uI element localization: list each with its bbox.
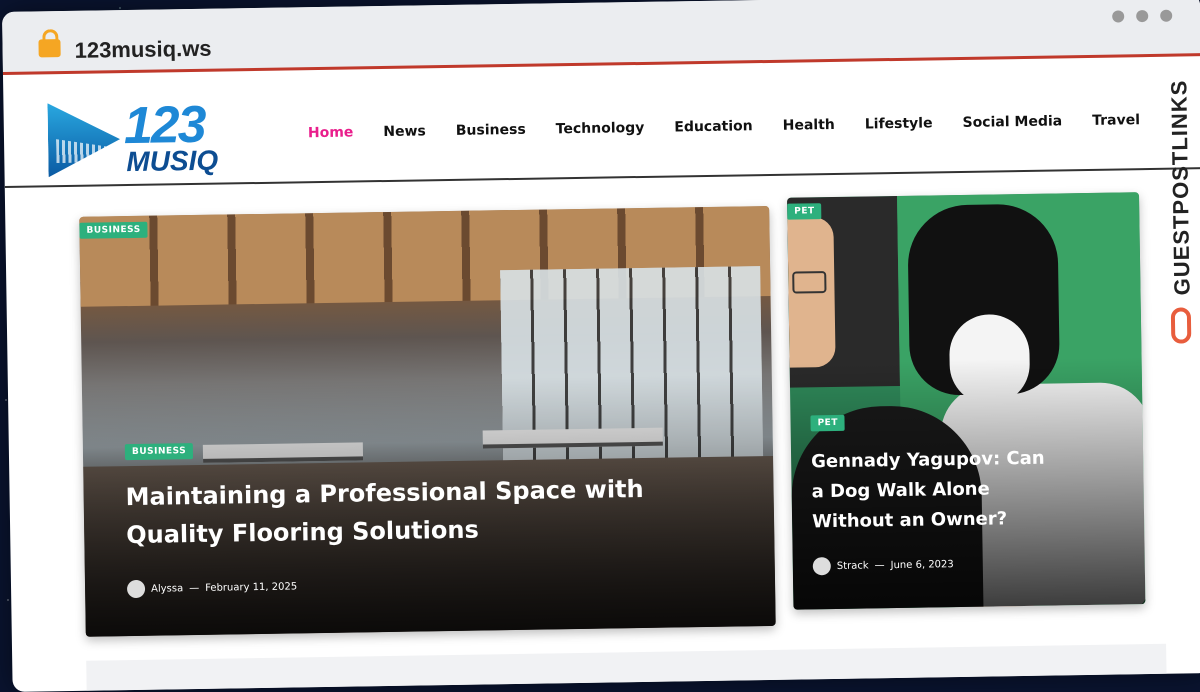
window-dot-icon[interactable] [1160,9,1173,22]
post-author[interactable]: Alyssa [151,583,183,595]
meta-separator: — [874,559,885,571]
post-title[interactable]: Gennady Yagupov: Can a Dog Walk Alone Wi… [811,443,1062,537]
category-badge[interactable]: PET [810,414,846,432]
nav-item-travel[interactable]: Travel [1092,112,1140,129]
category-badge[interactable]: BUSINESS [124,443,194,461]
post-title[interactable]: Maintaining a Professional Space with Qu… [125,470,646,554]
browser-window: 123musiq.ws 123 MUSIQ Home News Business… [2,0,1200,692]
nav-item-technology[interactable]: Technology [556,120,645,137]
main-nav: Home News Business Technology Education … [308,112,1140,141]
meta-separator: — [189,582,200,594]
logo-word: MUSIQ [126,144,219,178]
nav-item-business[interactable]: Business [456,122,526,139]
man-photo [787,195,900,388]
lock-icon [38,39,61,58]
nav-item-lifestyle[interactable]: Lifestyle [865,115,933,132]
glasses-icon [792,271,827,294]
side-brand: GUESTPOSTLINKS [1161,57,1200,358]
post-date: February 11, 2025 [205,580,298,594]
featured-post-main[interactable]: BUSINESS BUSINESS Maintaining a Professi… [79,205,776,637]
nav-item-education[interactable]: Education [674,118,753,135]
site-header: 123 MUSIQ Home News Business Technology … [3,57,1200,188]
post-meta: Alyssa — February 11, 2025 [126,577,298,599]
site-logo[interactable]: 123 MUSIQ [47,96,263,183]
author-avatar [812,557,831,576]
side-brand-text: GUESTPOSTLINKS [1166,79,1195,296]
nav-item-social-media[interactable]: Social Media [962,113,1062,131]
link-icon [1170,307,1192,344]
window-dot-icon[interactable] [1136,9,1149,23]
nav-item-news[interactable]: News [383,123,426,140]
nav-item-home[interactable]: Home [308,124,354,141]
content-strip [86,643,1167,691]
category-badge-corner[interactable]: BUSINESS [79,221,148,239]
address-bar-url[interactable]: 123musiq.ws [74,36,211,64]
featured-post-side[interactable]: PET PET Gennady Yagupov: Can a Dog Walk … [787,192,1146,610]
nav-item-health[interactable]: Health [783,117,835,134]
post-date: June 6, 2023 [890,558,954,571]
window-controls [1112,9,1173,23]
post-author[interactable]: Strack [837,560,869,571]
category-badge-corner[interactable]: PET [787,203,822,220]
window-dot-icon[interactable] [1112,10,1125,23]
author-avatar [126,579,146,599]
post-meta: Strack — June 6, 2023 [812,555,954,576]
